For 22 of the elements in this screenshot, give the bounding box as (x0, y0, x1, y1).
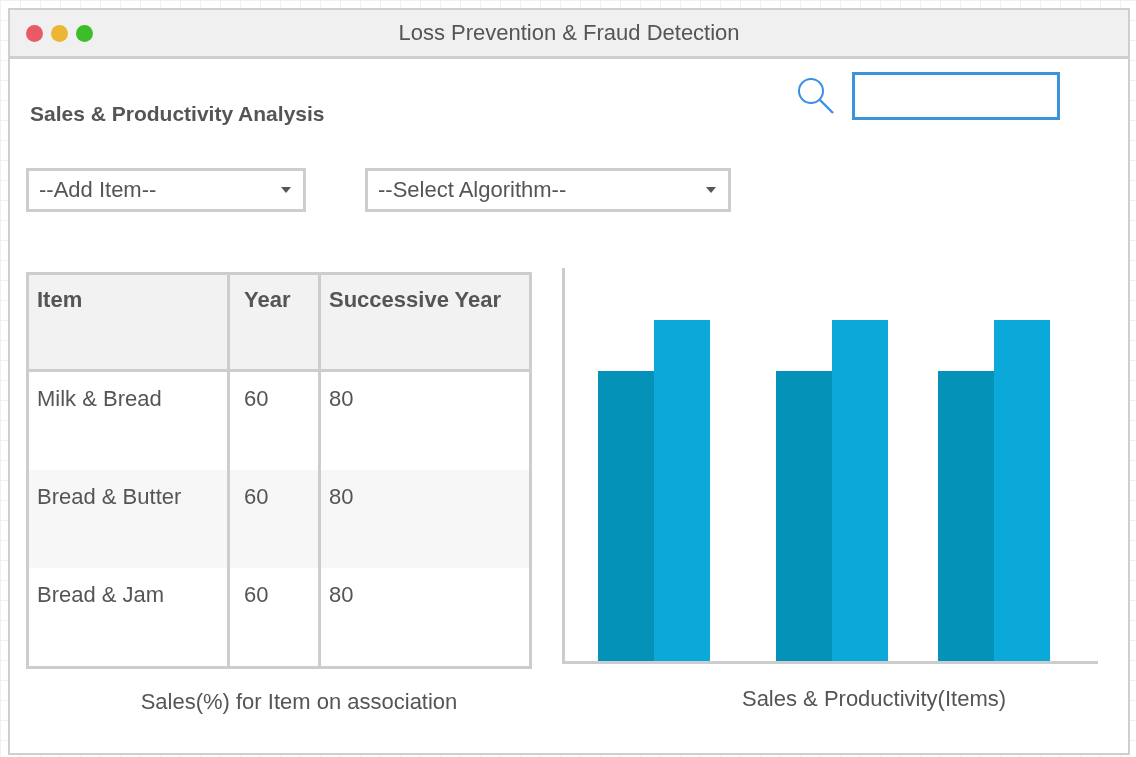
search-icon[interactable] (796, 76, 836, 116)
table-cell: 80 (319, 470, 531, 568)
dropdown[interactable]: --Select Algorithm-- (365, 168, 731, 212)
column-header: Successive Year (319, 273, 531, 371)
table-cell: 60 (228, 568, 320, 668)
column-header: Year (228, 273, 320, 371)
table-cell: Bread & Jam (27, 568, 229, 668)
chart-caption: Sales & Productivity(Items) (740, 686, 1008, 712)
caret-icon (706, 187, 716, 193)
window-title: Loss Prevention & Fraud Detection (397, 20, 741, 46)
minimize-button[interactable] (51, 24, 68, 42)
dropdown[interactable]: --Add Item-- (26, 168, 306, 212)
table-cell: Bread & Butter (27, 470, 229, 568)
column-header: Item (27, 273, 229, 371)
close-button[interactable] (26, 24, 43, 42)
caret-icon (281, 187, 291, 193)
table-cell: 80 (319, 568, 531, 668)
table-cell: 60 (228, 470, 320, 568)
table-caption: Sales(%) for Item on association (139, 689, 459, 715)
maximize-button[interactable] (76, 24, 93, 42)
section-heading: Sales & Productivity Analysis (30, 102, 325, 126)
search-field[interactable] (852, 72, 1060, 120)
